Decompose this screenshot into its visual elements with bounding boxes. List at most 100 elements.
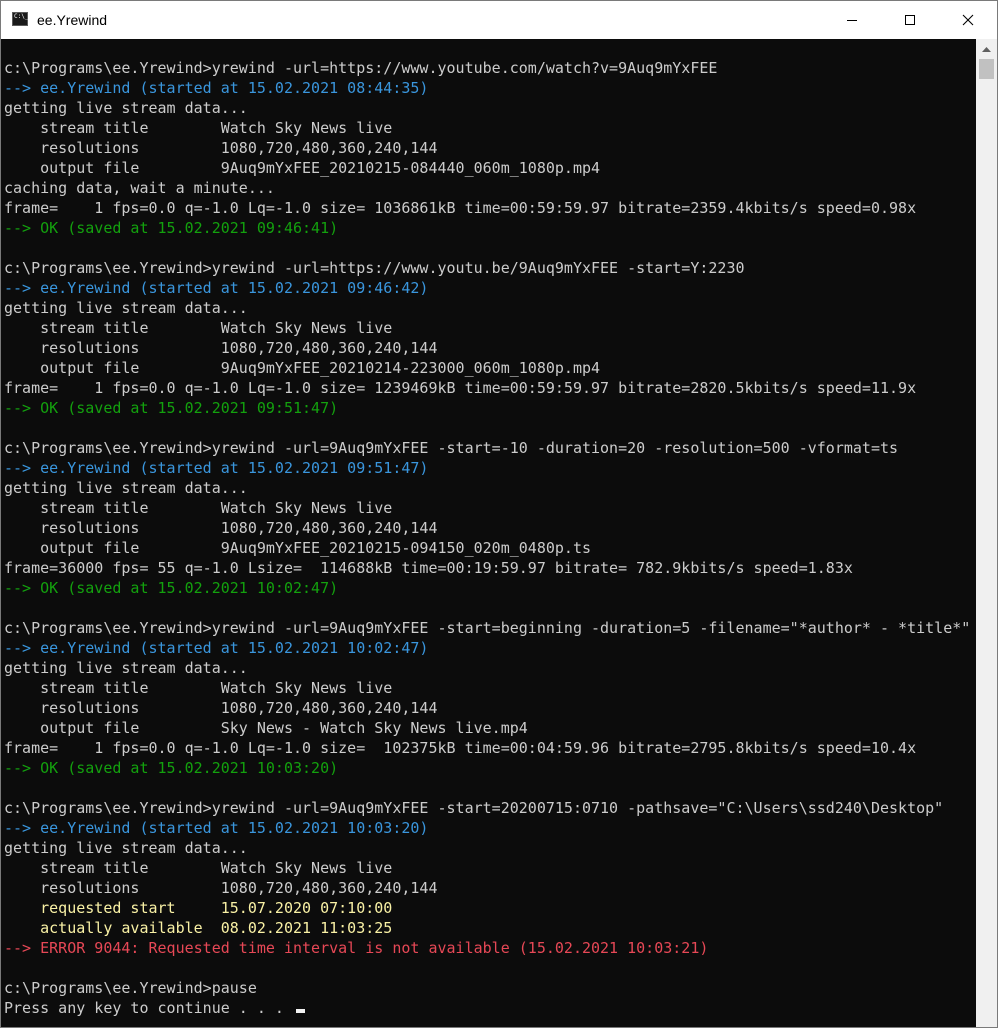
console-line: c:\Programs\ee.Yrewind>yrewind -url=9Auq… — [4, 438, 898, 458]
console-line-text: output file 9Auq9mYxFEE_20210214-223000_… — [4, 359, 601, 377]
console-line-text: c:\Programs\ee.Yrewind>yrewind -url=9Auq… — [4, 619, 971, 637]
console-line-text: frame=36000 fps= 55 q=-1.0 Lsize= 114688… — [4, 559, 853, 577]
console-line-text: resolutions 1080,720,480,360,240,144 — [4, 519, 438, 537]
console-line: resolutions 1080,720,480,360,240,144 — [4, 698, 437, 718]
console-line: frame= 1 fps=0.0 q=-1.0 Lq=-1.0 size= 10… — [4, 198, 916, 218]
console-line: --> OK (saved at 15.02.2021 09:46:41) — [4, 218, 338, 238]
console-line-text: --> OK (saved at 15.02.2021 09:46:41) — [4, 219, 339, 237]
title-bar[interactable]: C:\_ ee.Yrewind — [1, 1, 997, 39]
console-line-text: output file Sky News - Watch Sky News li… — [4, 719, 528, 737]
console-line: c:\Programs\ee.Yrewind>yrewind -url=9Auq… — [4, 618, 970, 638]
console-line: getting live stream data... — [4, 838, 248, 858]
console-line: --> ee.Yrewind (started at 15.02.2021 08… — [4, 78, 428, 98]
console-line-text: output file 9Auq9mYxFEE_20210215-084440_… — [4, 159, 601, 177]
console-line-text: actually available 08.02.2021 11:03:25 — [4, 919, 393, 937]
window-title: ee.Yrewind — [37, 12, 108, 28]
console-line: resolutions 1080,720,480,360,240,144 — [4, 338, 437, 358]
console-line: c:\Programs\ee.Yrewind>yrewind -url=http… — [4, 58, 717, 78]
close-icon — [962, 14, 974, 26]
console-line: resolutions 1080,720,480,360,240,144 — [4, 518, 437, 538]
console-line: stream title Watch Sky News live — [4, 498, 392, 518]
console-line-text: --> ee.Yrewind (started at 15.02.2021 09… — [4, 459, 429, 477]
console-app-icon-text: C:\_ — [14, 13, 29, 20]
close-button[interactable] — [939, 1, 997, 39]
minimize-icon — [847, 20, 857, 21]
console-line: --> ERROR 9044: Requested time interval … — [4, 938, 708, 958]
console-line-text: requested start 15.07.2020 07:10:00 — [4, 899, 393, 917]
console-line-text: output file 9Auq9mYxFEE_20210215-094150_… — [4, 539, 591, 557]
console-line: --> OK (saved at 15.02.2021 10:02:47) — [4, 578, 338, 598]
console-line: --> ee.Yrewind (started at 15.02.2021 10… — [4, 818, 428, 838]
text-cursor — [295, 1009, 305, 1013]
maximize-button[interactable] — [881, 1, 939, 39]
console-line-text: c:\Programs\ee.Yrewind>yrewind -url=9Auq… — [4, 439, 899, 457]
console-line-text: --> ee.Yrewind (started at 15.02.2021 08… — [4, 79, 429, 97]
console-line-text: stream title Watch Sky News live — [4, 319, 393, 337]
console-line-text: c:\Programs\ee.Yrewind>yrewind -url=9Auq… — [4, 799, 944, 817]
console-line-text: --> ee.Yrewind (started at 15.02.2021 09… — [4, 279, 429, 297]
console-output[interactable]: c:\Programs\ee.Yrewind>yrewind -url=http… — [1, 39, 976, 1027]
console-line-text: --> OK (saved at 15.02.2021 10:03:20) — [4, 759, 339, 777]
console-line: getting live stream data... — [4, 658, 248, 678]
console-line: output file 9Auq9mYxFEE_20210215-094150_… — [4, 538, 591, 558]
console-line: getting live stream data... — [4, 98, 248, 118]
console-line: --> ee.Yrewind (started at 15.02.2021 09… — [4, 458, 428, 478]
minimize-button[interactable] — [823, 1, 881, 39]
console-line: --> OK (saved at 15.02.2021 10:03:20) — [4, 758, 338, 778]
console-line: actually available 08.02.2021 11:03:25 — [4, 918, 392, 938]
console-line-text: c:\Programs\ee.Yrewind>yrewind -url=http… — [4, 59, 718, 77]
console-line-text: --> OK (saved at 15.02.2021 09:51:47) — [4, 399, 339, 417]
console-line-text: resolutions 1080,720,480,360,240,144 — [4, 699, 438, 717]
console-line: c:\Programs\ee.Yrewind>yrewind -url=9Auq… — [4, 798, 943, 818]
maximize-icon — [905, 15, 915, 25]
scrollbar-thumb[interactable] — [979, 59, 994, 79]
console-line: output file Sky News - Watch Sky News li… — [4, 718, 528, 738]
console-line: c:\Programs\ee.Yrewind>yrewind -url=http… — [4, 258, 745, 278]
console-line: frame=36000 fps= 55 q=-1.0 Lsize= 114688… — [4, 558, 853, 578]
console-line-text: caching data, wait a minute... — [4, 179, 275, 197]
console-line: stream title Watch Sky News live — [4, 118, 392, 138]
console-line: resolutions 1080,720,480,360,240,144 — [4, 878, 437, 898]
console-line: resolutions 1080,720,480,360,240,144 — [4, 138, 437, 158]
console-line-text: stream title Watch Sky News live — [4, 859, 393, 877]
console-line-text: stream title Watch Sky News live — [4, 679, 393, 697]
console-line: getting live stream data... — [4, 478, 248, 498]
console-line: output file 9Auq9mYxFEE_20210214-223000_… — [4, 358, 600, 378]
console-line: frame= 1 fps=0.0 q=-1.0 Lq=-1.0 size= 12… — [4, 378, 916, 398]
vertical-scrollbar[interactable] — [976, 39, 997, 1027]
console-line: requested start 15.07.2020 07:10:00 — [4, 898, 392, 918]
scroll-up-arrow-icon — [982, 47, 991, 52]
console-line-text: getting live stream data... — [4, 99, 248, 117]
console-line-text: resolutions 1080,720,480,360,240,144 — [4, 139, 438, 157]
console-line-text: getting live stream data... — [4, 659, 248, 677]
console-line-text: getting live stream data... — [4, 479, 248, 497]
console-line-text: stream title Watch Sky News live — [4, 499, 393, 517]
console-line: output file 9Auq9mYxFEE_20210215-084440_… — [4, 158, 600, 178]
console-line-text: frame= 1 fps=0.0 q=-1.0 Lq=-1.0 size= 10… — [4, 739, 917, 757]
console-line-text: resolutions 1080,720,480,360,240,144 — [4, 339, 438, 357]
console-line: frame= 1 fps=0.0 q=-1.0 Lq=-1.0 size= 10… — [4, 738, 916, 758]
console-line: --> ee.Yrewind (started at 15.02.2021 09… — [4, 278, 428, 298]
console-line: caching data, wait a minute... — [4, 178, 275, 198]
console-line-text: c:\Programs\ee.Yrewind>yrewind -url=http… — [4, 259, 745, 277]
console-line: --> OK (saved at 15.02.2021 09:51:47) — [4, 398, 338, 418]
console-line-text: frame= 1 fps=0.0 q=-1.0 Lq=-1.0 size= 10… — [4, 199, 917, 217]
console-line: stream title Watch Sky News live — [4, 318, 392, 338]
console-line-text: resolutions 1080,720,480,360,240,144 — [4, 879, 438, 897]
scroll-up-button[interactable] — [976, 39, 997, 59]
console-line: --> ee.Yrewind (started at 15.02.2021 10… — [4, 638, 428, 658]
console-line-text: --> ee.Yrewind (started at 15.02.2021 10… — [4, 639, 429, 657]
console-line: Press any key to continue . . . — [4, 998, 305, 1018]
console-line: getting live stream data... — [4, 298, 248, 318]
console-line-text: --> ee.Yrewind (started at 15.02.2021 10… — [4, 819, 429, 837]
console-line-text: c:\Programs\ee.Yrewind>pause — [4, 979, 257, 997]
console-app-icon[interactable]: C:\_ — [12, 12, 28, 26]
console-line-text: Press any key to continue . . . — [4, 999, 293, 1017]
console-line-text: frame= 1 fps=0.0 q=-1.0 Lq=-1.0 size= 12… — [4, 379, 917, 397]
console-line: stream title Watch Sky News live — [4, 858, 392, 878]
console-line-text: getting live stream data... — [4, 839, 248, 857]
console-line: stream title Watch Sky News live — [4, 678, 392, 698]
console-line: c:\Programs\ee.Yrewind>pause — [4, 978, 257, 998]
console-line-text: --> ERROR 9044: Requested time interval … — [4, 939, 709, 957]
console-line-text: getting live stream data... — [4, 299, 248, 317]
